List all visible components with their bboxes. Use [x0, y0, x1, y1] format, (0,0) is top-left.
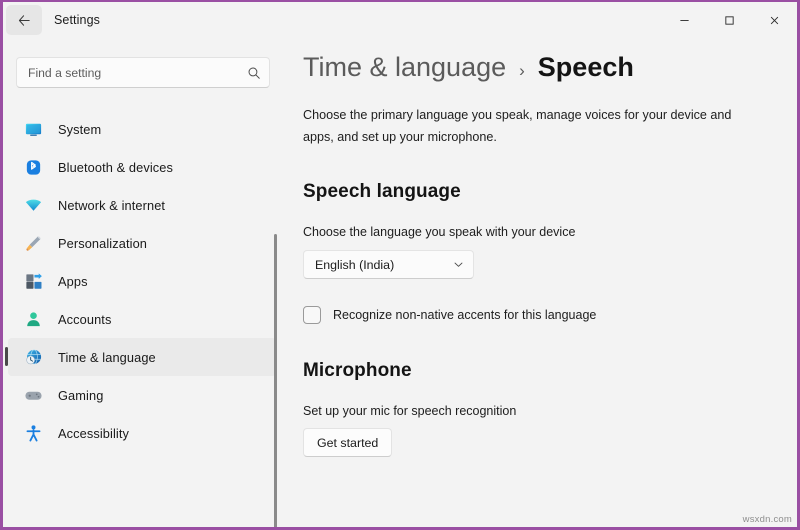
page-description: Choose the primary language you speak, m… [303, 108, 732, 144]
sidebar-item-label: Accessibility [58, 425, 129, 441]
sidebar-item-label: System [58, 121, 102, 137]
breadcrumb-separator-icon: › [519, 61, 525, 80]
sidebar-item-label: Apps [58, 273, 88, 289]
sidebar-item-gaming[interactable]: Gaming [8, 376, 276, 414]
sidebar-item-system[interactable]: System [8, 110, 276, 148]
settings-window: Settings Find a setting System Bluetooth… [0, 0, 800, 530]
sidebar-item-label: Time & language [58, 349, 156, 365]
breadcrumb-parent-link[interactable]: Time & language [303, 52, 506, 83]
navigation-list: System Bluetooth & devices Network & int… [3, 110, 283, 452]
window-controls [662, 2, 797, 38]
speech-language-section: Speech language Choose the language you … [303, 181, 773, 325]
sidebar-item-apps[interactable]: Apps [8, 262, 276, 300]
speech-language-dropdown[interactable]: English (India) [303, 250, 474, 280]
recognize-accents-checkbox-row[interactable]: Recognize non-native accents for this la… [303, 306, 597, 325]
person-icon [22, 308, 44, 330]
sidebar-scrollbar[interactable] [274, 234, 277, 527]
chevron-down-icon [454, 262, 463, 268]
page-title: Speech [537, 52, 634, 82]
title-bar: Settings [3, 2, 797, 38]
sidebar-item-time-language[interactable]: Time & language [5, 338, 276, 376]
sidebar-item-accessibility[interactable]: Accessibility [8, 414, 276, 452]
microphone-heading: Microphone [303, 360, 412, 382]
sidebar: System Bluetooth & devices [3, 38, 283, 527]
maximize-button[interactable] [707, 2, 752, 38]
watermark: wsxdn.com [742, 514, 792, 525]
speech-language-field-label: Choose the language you speak with your … [303, 225, 576, 240]
sidebar-item-label: Gaming [58, 387, 104, 403]
search-input[interactable] [16, 57, 270, 88]
app-title: Settings [54, 13, 100, 27]
sidebar-item-label: Network & internet [58, 197, 166, 213]
speech-language-heading: Speech language [303, 181, 461, 203]
accessibility-icon [22, 422, 44, 444]
microphone-section: Microphone Set up your mic for speech re… [303, 360, 773, 458]
close-button[interactable] [752, 2, 797, 38]
maximize-icon [725, 15, 734, 25]
sidebar-item-label: Bluetooth & devices [58, 159, 174, 175]
sidebar-item-accounts[interactable]: Accounts [8, 300, 276, 338]
recognize-accents-checkbox[interactable] [303, 306, 321, 325]
content-area: Time & language › Speech Choose the prim… [283, 38, 797, 527]
minimize-icon [680, 19, 689, 21]
apps-icon [22, 270, 44, 292]
recognize-accents-label: Recognize non-native accents for this la… [333, 308, 597, 323]
back-arrow-icon [18, 14, 30, 26]
sidebar-item-bluetooth-devices[interactable]: Bluetooth & devices [8, 148, 276, 186]
minimize-button[interactable] [662, 2, 707, 38]
gamepad-icon [22, 384, 44, 406]
sidebar-item-personalization[interactable]: Personalization [8, 224, 276, 262]
sidebar-item-network-internet[interactable]: Network & internet [8, 186, 276, 224]
microphone-field-label: Set up your mic for speech recognition [303, 404, 517, 419]
monitor-icon [22, 118, 44, 140]
globe-clock-icon [22, 346, 44, 368]
close-icon [770, 16, 779, 24]
bluetooth-icon [22, 156, 44, 178]
wifi-icon [22, 194, 44, 216]
search-box [16, 57, 270, 88]
sidebar-item-label: Accounts [58, 311, 112, 327]
breadcrumb: Time & language › Speech [303, 52, 773, 83]
sidebar-item-label: Personalization [58, 235, 147, 251]
paintbrush-icon [22, 232, 44, 254]
get-started-button[interactable]: Get started [303, 428, 393, 458]
speech-language-value: English (India) [315, 257, 395, 272]
back-button[interactable] [6, 5, 42, 35]
